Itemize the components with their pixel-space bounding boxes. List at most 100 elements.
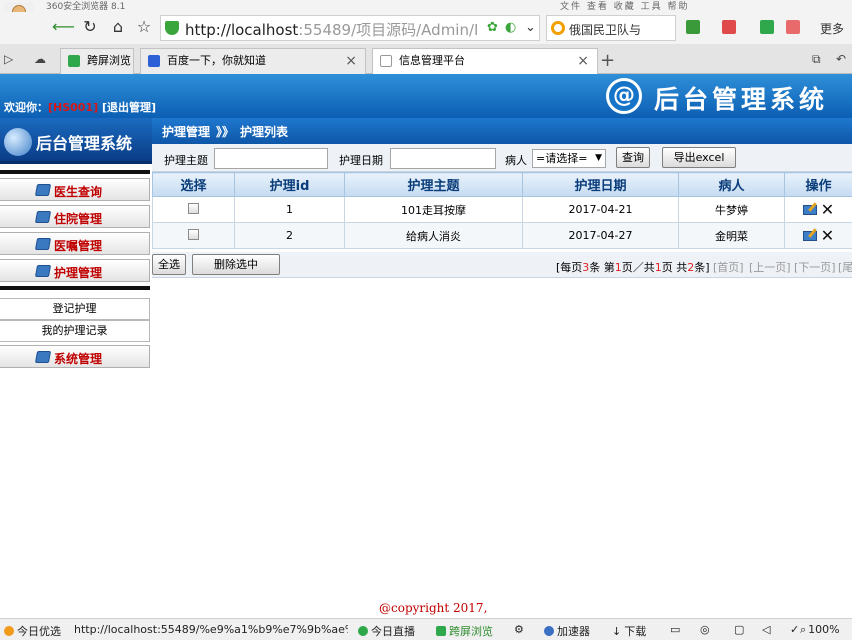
- submenu-my-records[interactable]: 我的护理记录: [0, 320, 150, 342]
- page-title: 护理列表: [240, 125, 289, 139]
- edit-icon[interactable]: [802, 204, 817, 215]
- security-icon[interactable]: [760, 20, 774, 34]
- search-box[interactable]: 俄国民卫队与: [546, 15, 676, 41]
- sidebar-item-label: 护理管理: [54, 266, 103, 280]
- network-icon[interactable]: ⚙: [514, 623, 524, 636]
- cell-date: 2017-04-21: [522, 196, 679, 223]
- date-input[interactable]: [390, 148, 496, 169]
- sound-icon[interactable]: ◁: [762, 623, 770, 636]
- delete-icon[interactable]: ✕: [821, 226, 834, 245]
- cell-id: 2: [234, 222, 345, 249]
- new-tab-icon[interactable]: +: [600, 50, 615, 71]
- row-checkbox[interactable]: [188, 228, 199, 240]
- tab-info-platform[interactable]: 信息管理平台 ×: [372, 48, 598, 75]
- nursing-table: 选择 护理id 护理主题 护理日期 病人 操作 1 101走耳按摩 2017-0…: [152, 172, 852, 249]
- refresh-icon[interactable]: ↻: [80, 17, 100, 37]
- row-select-cell: [152, 196, 235, 223]
- cart-icon: [4, 626, 14, 636]
- table-row: 1 101走耳按摩 2017-04-21 牛梦婷 ✕: [152, 196, 852, 223]
- menu-icon: [34, 238, 52, 250]
- edit-icon[interactable]: [802, 230, 817, 241]
- submenu-register-nursing[interactable]: 登记护理: [0, 298, 150, 320]
- close-icon[interactable]: ×: [577, 49, 589, 73]
- live-link[interactable]: 今日直播: [358, 623, 415, 639]
- col-header-id[interactable]: 护理id: [234, 172, 345, 197]
- table-header-row: 选择 护理id 护理主题 护理日期 病人 操作: [152, 172, 852, 197]
- today-picks[interactable]: 今日优选: [4, 623, 61, 639]
- page-icon: [380, 55, 392, 67]
- home-icon[interactable]: ⌂: [108, 17, 128, 37]
- cell-patient: 金明菜: [678, 222, 785, 249]
- sidebar-item-doctor-query[interactable]: 医生查询: [0, 178, 150, 201]
- cell-actions: ✕: [784, 222, 852, 249]
- row-select-cell: [152, 222, 235, 249]
- cell-topic: 给病人消炎: [344, 222, 523, 249]
- delete-icon[interactable]: ✕: [821, 200, 834, 219]
- url-path: :55489/项目源码/Admin/NurseI: [298, 21, 477, 39]
- breadcrumb-separator: 》》: [216, 125, 235, 139]
- col-header-select: 选择: [152, 172, 235, 197]
- tab-list-icon[interactable]: ⧉: [812, 52, 821, 67]
- undo-close-icon[interactable]: ↶: [836, 52, 846, 66]
- logout-link[interactable]: [退出管理]: [102, 101, 156, 114]
- sidebar-item-system[interactable]: 系统管理: [0, 345, 150, 368]
- tab-label: 信息管理平台: [399, 54, 465, 67]
- export-excel-button[interactable]: 导出excel: [662, 147, 736, 168]
- tab-bar: ▷ ☁ 跨屏浏览 百度一下，你就知道 × 信息管理平台 × + ⧉ ↶: [0, 44, 852, 75]
- sidebar-item-inpatient[interactable]: 住院管理: [0, 205, 150, 228]
- browser-menu[interactable]: 文件 查看 收藏 工具 帮助: [560, 0, 689, 12]
- apps-icon[interactable]: [686, 20, 700, 34]
- last-page-link[interactable]: [尾: [838, 259, 852, 275]
- tab-label: 跨屏浏览: [87, 54, 131, 67]
- topic-input[interactable]: [214, 148, 328, 169]
- cross-screen-link[interactable]: 跨屏浏览: [436, 623, 493, 639]
- date-label: 护理日期: [339, 154, 383, 167]
- browser-icon[interactable]: ◎: [700, 623, 710, 636]
- speed-mode-icon[interactable]: ✿: [487, 20, 498, 35]
- close-icon[interactable]: ×: [345, 49, 357, 73]
- adblock-icon[interactable]: [786, 20, 800, 34]
- address-bar[interactable]: http://localhost:55489/项目源码/Admin/NurseI…: [160, 15, 540, 41]
- sidebar-toggle-icon[interactable]: ▷: [4, 52, 13, 66]
- extension-icon[interactable]: [722, 20, 736, 34]
- tile-icon[interactable]: ▢: [734, 623, 744, 636]
- download-icon: ↓: [612, 625, 622, 638]
- cloud-icon[interactable]: ☁: [34, 52, 46, 66]
- download-link[interactable]: ↓ 下载: [612, 623, 646, 639]
- prev-page-link[interactable]: [上一页]: [749, 259, 791, 275]
- mute-icon[interactable]: ✓: [790, 623, 799, 636]
- sidebar: 后台管理系统 医生查询 住院管理 医嘱管理 护理管理 登记护理 我的护理记录 系…: [0, 118, 152, 372]
- page-info: [每页3条 第1页／共1页 共2条]: [556, 261, 710, 274]
- user-id: [HS001]: [48, 101, 99, 114]
- first-page-link[interactable]: [首页]: [713, 259, 744, 275]
- accelerator-link[interactable]: 加速器: [544, 623, 590, 639]
- menu-icon: [34, 184, 52, 196]
- col-header-date[interactable]: 护理日期: [522, 172, 679, 197]
- tab-cross-screen[interactable]: 跨屏浏览: [60, 48, 134, 74]
- select-all-button[interactable]: 全选: [152, 254, 186, 275]
- zoom-level[interactable]: ⌕ 100%: [800, 623, 840, 637]
- browser-nav-bar: ⟵ ↻ ⌂ ☆ http://localhost:55489/项目源码/Admi…: [0, 12, 852, 44]
- patient-select[interactable]: =请选择= ▼: [532, 149, 606, 168]
- patient-label: 病人: [505, 154, 527, 167]
- dropdown-arrow-icon: ▼: [595, 153, 602, 163]
- welcome-line: 欢迎你：[HS001] [退出管理]: [4, 99, 156, 115]
- more-button[interactable]: 更多: [820, 20, 844, 37]
- delete-selected-button[interactable]: 删除选中: [192, 254, 280, 275]
- back-icon[interactable]: ⟵: [52, 17, 75, 37]
- status-url: http://localhost:55489/%e9%a1%b9%e7%9b%a…: [74, 623, 348, 636]
- speed-icon: [544, 626, 554, 636]
- breadcrumb: 护理管理 》》 护理列表: [152, 118, 852, 144]
- compat-mode-icon[interactable]: ◐: [505, 20, 516, 35]
- row-checkbox[interactable]: [188, 202, 199, 214]
- sidebar-item-orders[interactable]: 医嘱管理: [0, 232, 150, 255]
- col-header-patient[interactable]: 病人: [678, 172, 785, 197]
- star-icon[interactable]: ☆: [134, 17, 154, 37]
- col-header-topic[interactable]: 护理主题: [344, 172, 523, 197]
- tab-baidu[interactable]: 百度一下，你就知道 ×: [140, 48, 366, 74]
- sidebar-item-nursing[interactable]: 护理管理: [0, 259, 150, 282]
- next-page-link[interactable]: [下一页]: [794, 259, 836, 275]
- query-button[interactable]: 查询: [616, 147, 650, 168]
- window-icon[interactable]: ▭: [670, 623, 680, 636]
- chevron-down-icon[interactable]: ⌄: [525, 20, 536, 35]
